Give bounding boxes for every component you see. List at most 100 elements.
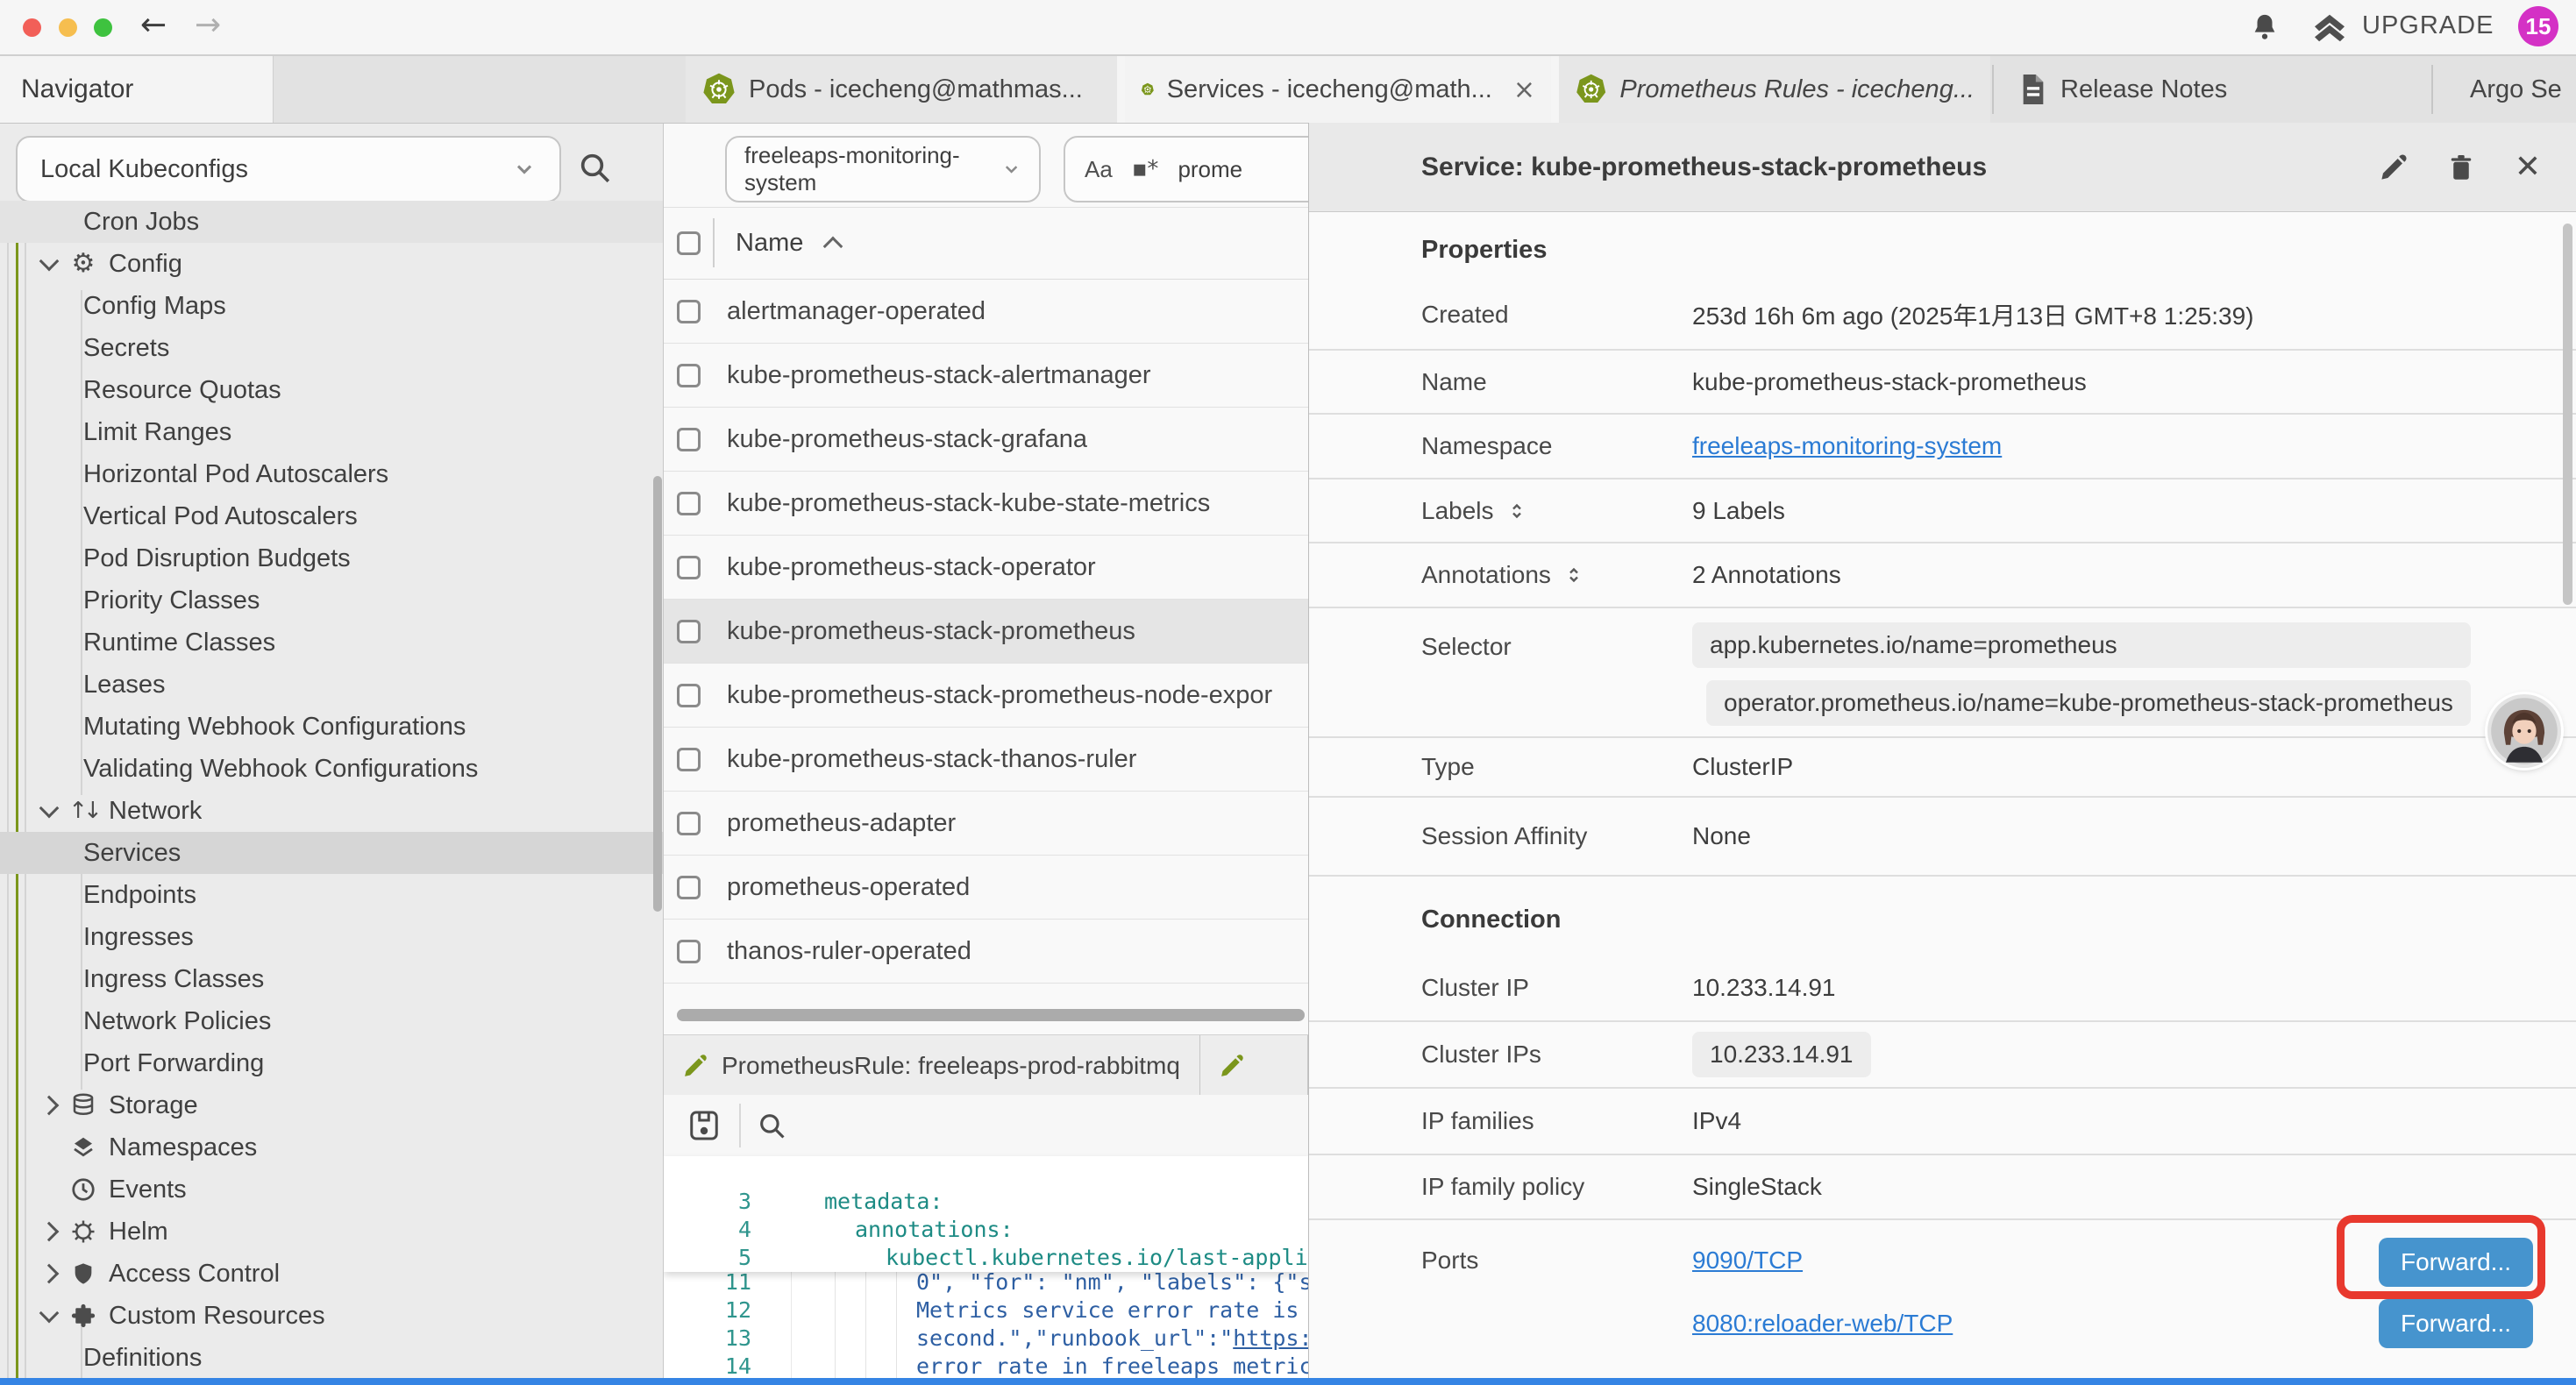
chevron-down-icon[interactable] [39,1303,60,1324]
close-panel-icon[interactable]: ✕ [2515,149,2541,185]
save-icon[interactable] [688,1108,720,1143]
sidebar-item-storage[interactable]: Storage [0,1084,664,1126]
navigator-tab[interactable]: Navigator [0,56,274,123]
sidebar-item-leases[interactable]: Leases [0,664,664,706]
labels-count[interactable]: 9 Labels [1692,497,1785,525]
sidebar-item-endpoints[interactable]: Endpoints [0,874,664,916]
sidebar-item-pod-disruption-budgets[interactable]: Pod Disruption Budgets [0,537,664,579]
row-checkbox[interactable] [677,940,701,963]
list-item[interactable]: kube-prometheus-stack-alertmanager [664,344,1308,408]
column-resize-handle[interactable] [713,218,715,267]
sidebar-scrollbar[interactable] [653,476,662,912]
sidebar-item-network-policies[interactable]: Network Policies [0,1000,664,1042]
sidebar-item-secrets[interactable]: Secrets [0,327,664,369]
sidebar-item-mutating-webhook-configurations[interactable]: Mutating Webhook Configurations [0,706,664,748]
sidebar-item-custom-resources[interactable]: Custom Resources [0,1295,664,1337]
sidebar-item-runtime-classes[interactable]: Runtime Classes [0,621,664,664]
tab-argo[interactable]: Argo Se [2442,56,2576,123]
namespace-selector[interactable]: freeleaps-monitoring-system [725,136,1041,202]
forward-button[interactable]: → [195,7,221,43]
delete-trash-icon[interactable] [2448,153,2474,182]
minimize-traffic-light[interactable] [59,18,77,37]
list-item[interactable]: kube-prometheus-stack-grafana [664,408,1308,472]
runbook-url-link[interactable]: https://net [1233,1325,1308,1351]
row-checkbox[interactable] [677,876,701,899]
annotations-count[interactable]: 2 Annotations [1692,561,1841,589]
sidebar-item-priority-classes[interactable]: Priority Classes [0,579,664,621]
expand-collapse-icon[interactable] [1563,565,1584,586]
upgrade-label[interactable]: UPGRADE [2362,11,2494,40]
list-item[interactable]: thanos-ruler-operated [664,920,1308,984]
list-item[interactable]: alertmanager-operated [664,280,1308,344]
list-item[interactable]: kube-prometheus-stack-thanos-ruler [664,728,1308,792]
sidebar-search-icon[interactable] [577,150,612,185]
chevron-right-icon[interactable] [39,1222,60,1242]
sidebar-item-definitions[interactable]: Definitions [0,1337,664,1379]
back-button[interactable]: ← [140,7,167,43]
expand-collapse-icon[interactable] [1506,501,1527,522]
sidebar-item-vertical-pod-autoscalers[interactable]: Vertical Pod Autoscalers [0,495,664,537]
sidebar-item-helm[interactable]: Helm [0,1211,664,1253]
sidebar-item-access-control[interactable]: Access Control [0,1253,664,1295]
editor-tab-next[interactable] [1200,1035,1308,1096]
sidebar-item-namespaces[interactable]: Namespaces [0,1126,664,1168]
tab-prometheus-rules[interactable]: Prometheus Rules - icecheng... [1559,56,1990,123]
chevron-down-icon[interactable] [39,799,60,819]
list-search-input[interactable]: Aa ▪* prome [1064,136,1308,202]
sidebar-item-events[interactable]: Events [0,1168,664,1211]
edit-pencil-icon[interactable] [2380,153,2408,181]
maximize-traffic-light[interactable] [94,18,112,37]
user-avatar[interactable] [2487,694,2561,768]
yaml-editor[interactable]: 11 0", "for": "nm", "labels": {"service"… [664,1156,1308,1385]
sidebar-item-config[interactable]: ⚙ Config [0,243,664,285]
notification-badge[interactable]: 15 [2518,6,2558,46]
editor-tab-prometheusrule[interactable]: PrometheusRule: freeleaps-prod-rabbitmq [664,1035,1200,1096]
chevron-down-icon[interactable] [39,252,60,272]
row-checkbox[interactable] [677,620,701,643]
row-checkbox[interactable] [677,364,701,387]
regex-toggle[interactable]: ▪* [1132,156,1159,182]
sidebar-item-services[interactable]: Services [0,832,664,874]
sidebar-item-port-forwarding[interactable]: Port Forwarding [0,1042,664,1084]
row-checkbox[interactable] [677,300,701,323]
sidebar-item-config-maps[interactable]: Config Maps [0,285,664,327]
tab-services[interactable]: Services - icecheng@math... × [1125,56,1551,123]
sidebar-item-horizontal-pod-autoscalers[interactable]: Horizontal Pod Autoscalers [0,453,664,495]
row-checkbox[interactable] [677,556,701,579]
port-link-8080[interactable]: 8080:reloader-web/TCP [1692,1310,1953,1338]
list-item[interactable]: kube-prometheus-stack-prometheus-node-ex… [664,664,1308,728]
list-item[interactable]: prometheus-operated [664,856,1308,920]
list-item[interactable]: kube-prometheus-stack-kube-state-metrics [664,472,1308,536]
panel-scrollbar[interactable] [2563,224,2572,605]
row-checkbox[interactable] [677,428,701,451]
row-checkbox[interactable] [677,748,701,771]
match-case-toggle[interactable]: Aa [1085,156,1113,183]
row-checkbox[interactable] [677,812,701,835]
select-all-checkbox[interactable] [677,231,701,255]
row-checkbox[interactable] [677,684,701,707]
chevron-right-icon[interactable] [39,1264,60,1284]
sidebar-item-ingress-classes[interactable]: Ingress Classes [0,958,664,1000]
kubeconfig-selector[interactable]: Local Kubeconfigs [16,136,561,202]
close-traffic-light[interactable] [23,18,41,37]
row-checkbox[interactable] [677,492,701,515]
sidebar-item-cron-jobs[interactable]: Cron Jobs [0,201,664,243]
upgrade-icon[interactable] [2311,13,2348,43]
list-item[interactable]: kube-prometheus-stack-operator [664,536,1308,600]
chevron-right-icon[interactable] [39,1096,60,1116]
bell-icon[interactable] [2250,12,2280,42]
list-item[interactable]: prometheus-adapter [664,792,1308,856]
tab-pods[interactable]: Pods - icecheng@mathmas... [686,56,1117,123]
namespace-link[interactable]: freeleaps-monitoring-system [1692,432,2002,460]
sort-ascending-icon[interactable] [823,237,843,257]
sidebar-item-network[interactable]: ↑↓ Network [0,790,664,832]
sidebar-item-ingresses[interactable]: Ingresses [0,916,664,958]
sidebar-item-resource-quotas[interactable]: Resource Quotas [0,369,664,411]
editor-search-icon[interactable] [757,1111,786,1140]
list-item-selected[interactable]: kube-prometheus-stack-prometheus [664,600,1308,664]
close-tab-icon[interactable]: × [1513,75,1535,105]
sidebar-item-validating-webhook-configurations[interactable]: Validating Webhook Configurations [0,748,664,790]
port-link-9090[interactable]: 9090/TCP [1692,1246,1953,1275]
horizontal-scrollbar[interactable] [677,1009,1305,1021]
name-column-header[interactable]: Name [736,229,803,258]
